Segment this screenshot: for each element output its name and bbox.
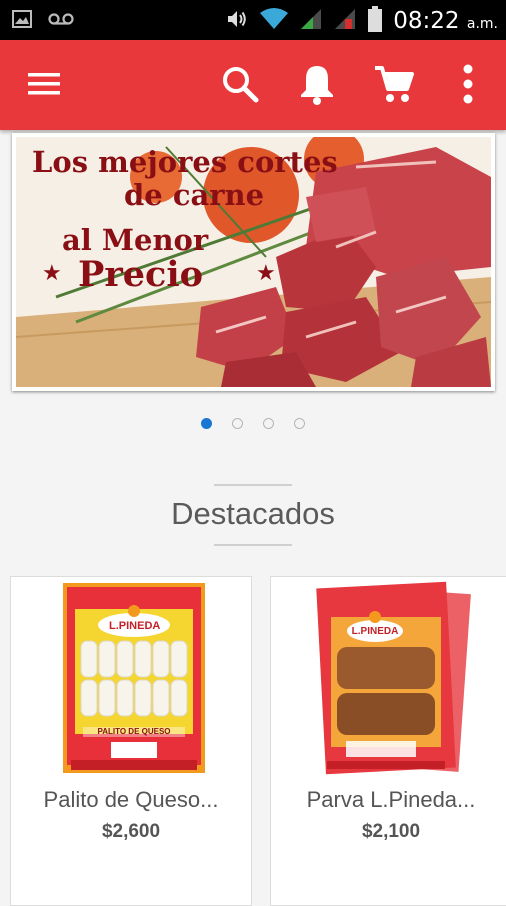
banner-line-2: de carne — [124, 178, 265, 212]
product-name: Palito de Queso... — [43, 787, 219, 812]
banner-pager — [0, 418, 506, 429]
notifications-button[interactable] — [295, 64, 339, 108]
wifi-icon — [259, 7, 289, 35]
banner-image: ★ ★ Los mejores cortes de carne al Menor… — [16, 137, 491, 387]
product-price: $2,600 — [101, 821, 161, 842]
cart-button[interactable] — [372, 64, 416, 108]
product-brand: L.PINEDA — [351, 626, 399, 637]
voicemail-icon — [48, 9, 74, 33]
status-bar: 08:22 a.m. — [0, 0, 506, 40]
cart-icon — [373, 63, 415, 109]
signal-icon-2 — [333, 7, 357, 35]
battery-icon — [367, 6, 383, 36]
search-button[interactable] — [218, 64, 262, 108]
banner-line-4: Precio — [78, 254, 203, 295]
volume-icon — [225, 7, 249, 35]
clock-ampm: a.m. — [466, 16, 498, 32]
more-options-button[interactable] — [446, 64, 490, 108]
signal-icon-1 — [299, 7, 323, 35]
clock: 08:22 a.m. — [393, 8, 498, 34]
product-card[interactable]: L.PINEDA Parva L.Pineda... $2,100 — [270, 576, 506, 906]
search-icon — [220, 64, 260, 108]
featured-section-header: Destacados — [0, 484, 506, 546]
notifications-icon — [297, 63, 337, 109]
more-vert-icon — [462, 64, 474, 108]
product-image: L.PINEDA — [271, 577, 506, 782]
banner-line-3: al Menor — [62, 223, 209, 257]
product-image: L.PINEDA PALITO DE QUESO — [11, 577, 251, 782]
menu-icon — [28, 71, 60, 101]
pager-dot-4[interactable] — [294, 418, 305, 429]
product-brand: L.PINEDA — [109, 620, 161, 632]
app-toolbar — [0, 40, 506, 130]
product-name: Parva L.Pineda... — [306, 787, 476, 812]
section-divider-top — [214, 484, 292, 486]
product-price: $2,100 — [361, 821, 421, 842]
product-package-label: PALITO DE QUESO — [97, 727, 171, 736]
banner-line-1: Los mejores cortes — [32, 145, 338, 179]
section-title: Destacados — [171, 496, 335, 531]
gallery-notification-icon — [12, 9, 32, 33]
svg-text:★: ★ — [256, 261, 276, 286]
svg-text:★: ★ — [42, 261, 62, 286]
section-divider-bottom — [214, 544, 292, 546]
clock-time: 08:22 — [393, 8, 460, 34]
menu-button[interactable] — [22, 64, 66, 108]
promo-banner[interactable]: ★ ★ Los mejores cortes de carne al Menor… — [12, 133, 495, 391]
pager-dot-2[interactable] — [232, 418, 243, 429]
pager-dot-3[interactable] — [263, 418, 274, 429]
product-card[interactable]: L.PINEDA PALITO DE QUESO Palito de Queso… — [10, 576, 252, 906]
pager-dot-1[interactable] — [201, 418, 212, 429]
